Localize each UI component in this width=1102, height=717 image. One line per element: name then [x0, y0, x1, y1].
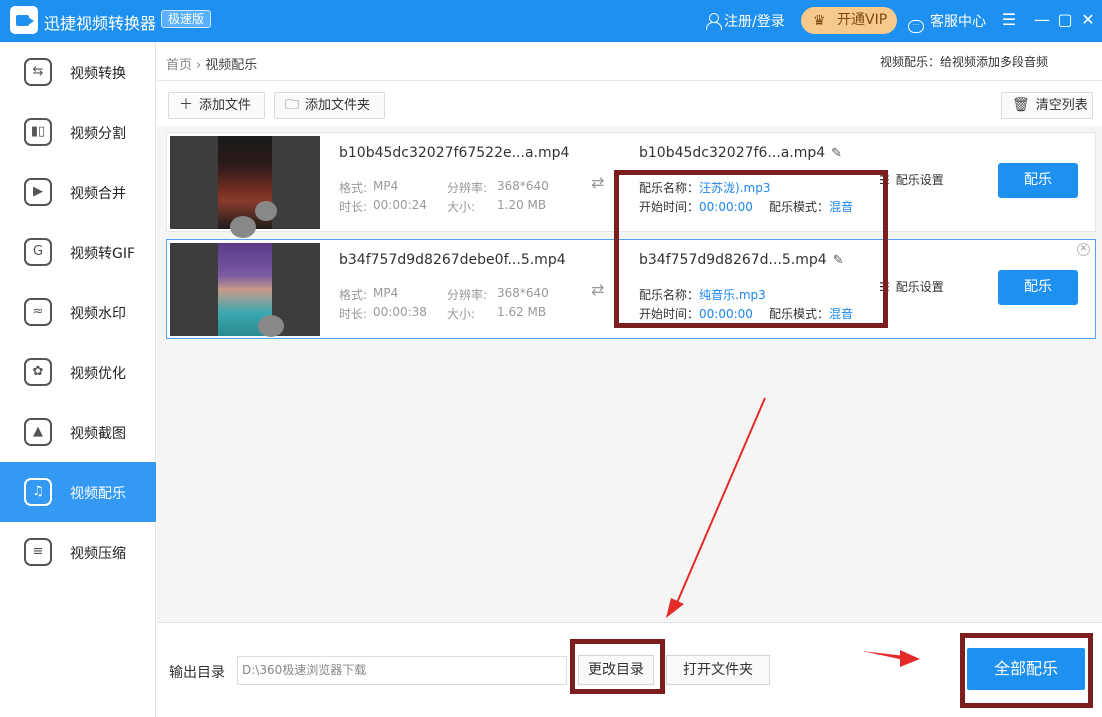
arrow-line [862, 651, 905, 660]
arrow-head [666, 598, 684, 618]
app-window: 迅捷视频转换器 极速版 注册/登录 ♛ 开通VIP ··· 客服中心 ☰ — ▢ ✕… [0, 0, 1102, 717]
arrow-line [675, 397, 766, 606]
annotation-arrows [666, 397, 920, 667]
arrow-head [900, 650, 920, 667]
